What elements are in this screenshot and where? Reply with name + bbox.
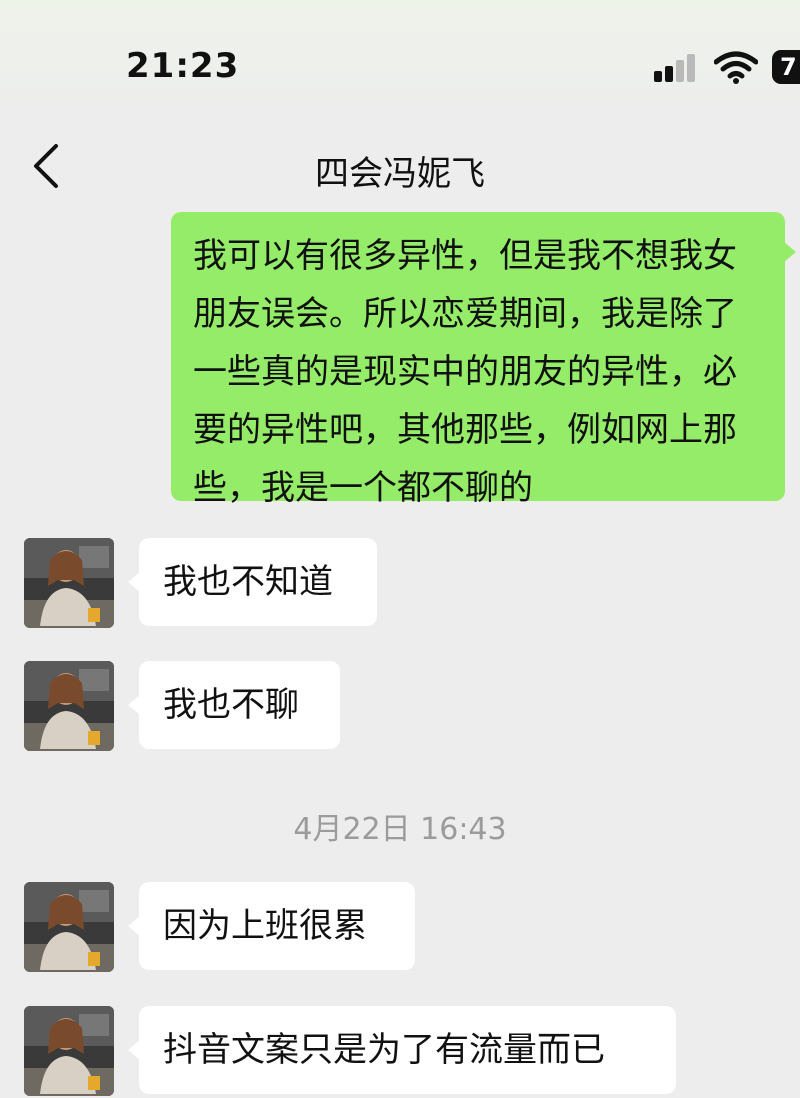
message-text: 我可以有很多异性，但是我不想我女朋友误会。所以恋爱期间，我是除了一些真的是现实中… [193, 236, 737, 508]
chat-screen: 21:23 7 四会冯妮飞 我可以有很多异性，但是我不想我女朋友误会。所以恋爱期… [0, 0, 800, 1098]
chat-title: 四会冯妮飞 [315, 154, 485, 194]
cellular-signal-icon [654, 54, 702, 82]
avatar-photo [24, 661, 114, 751]
status-time: 21:23 [126, 46, 240, 86]
bubble-tail [128, 695, 140, 715]
status-bar: 21:23 7 [0, 0, 800, 120]
avatar-photo [24, 882, 114, 972]
contact-avatar[interactable] [24, 538, 114, 628]
contact-avatar[interactable] [24, 882, 114, 972]
battery-icon: 7 [772, 50, 800, 84]
message-text: 因为上班很累 [163, 906, 367, 946]
message-bubble-incoming[interactable]: 我也不聊 [128, 661, 340, 749]
message-text: 我也不聊 [163, 685, 299, 725]
chat-timestamp: 4月22日 16:43 [293, 812, 507, 847]
message-bubble-incoming[interactable]: 因为上班很累 [128, 882, 415, 970]
wifi-icon [714, 51, 758, 84]
avatar-photo [24, 538, 114, 628]
message-text: 我也不知道 [163, 562, 333, 602]
bubble-tail [784, 242, 796, 262]
contact-avatar[interactable] [24, 1006, 114, 1096]
message-text: 抖音文案只是为了有流量而已 [163, 1030, 605, 1070]
battery-level: 7 [780, 53, 797, 81]
message-bubble-incoming[interactable]: 抖音文案只是为了有流量而已 [128, 1006, 676, 1094]
bubble-tail [128, 1040, 140, 1060]
avatar-photo [24, 1006, 114, 1096]
message-bubble-outgoing[interactable]: 我可以有很多异性，但是我不想我女朋友误会。所以恋爱期间，我是除了一些真的是现实中… [171, 212, 796, 508]
bubble-tail [128, 916, 140, 936]
contact-avatar[interactable] [24, 661, 114, 751]
message-bubble-incoming[interactable]: 我也不知道 [128, 538, 377, 626]
nav-bar: 四会冯妮飞 [0, 122, 800, 210]
bubble-tail [128, 572, 140, 592]
